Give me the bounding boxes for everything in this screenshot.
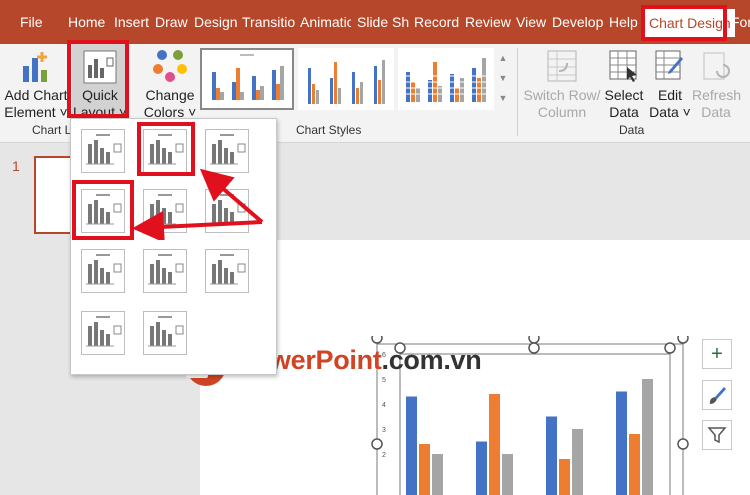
scroll-down-icon[interactable]: ▼	[496, 68, 510, 88]
chart-style-3[interactable]	[398, 48, 494, 110]
bar-2-2[interactable]	[489, 394, 500, 495]
refresh-data-icon	[703, 52, 730, 80]
layout-7[interactable]	[81, 249, 125, 293]
tab-transitions[interactable]: Transitio	[242, 0, 295, 44]
switch-row-column-button[interactable]: Switch Row/ Column	[523, 48, 601, 120]
chart-filters-button[interactable]	[702, 420, 732, 450]
tab-format[interactable]: For	[731, 0, 750, 44]
layout-preview-icon	[148, 254, 184, 285]
arrow-to-layout-2	[199, 168, 264, 224]
chart-style-1-preview	[212, 54, 284, 100]
chart-styles-gallery[interactable]: ▲ ▼ ▼	[200, 48, 512, 116]
refresh-data-button[interactable]: Refresh Data	[692, 48, 741, 120]
palette-icon	[153, 50, 187, 82]
plus-icon: +	[711, 343, 723, 365]
bar-1-3[interactable]	[432, 454, 443, 495]
layout-10[interactable]	[81, 311, 125, 355]
tab-slide-show[interactable]: Slide Sho	[357, 0, 409, 44]
change-colors-button[interactable]: Change Colors ˅	[140, 48, 200, 120]
bar-4-1[interactable]	[616, 391, 627, 495]
bar-3-2[interactable]	[559, 459, 570, 495]
tab-record[interactable]: Record	[414, 0, 459, 44]
tab-home[interactable]: Home	[68, 0, 108, 44]
filter-icon	[707, 427, 727, 444]
group-label-data: Data	[619, 123, 645, 137]
edit-data-button[interactable]: Edit Data ˅	[648, 48, 692, 120]
chart-style-1[interactable]	[200, 48, 294, 110]
bar-3-3[interactable]	[572, 429, 583, 495]
y-tick-label: 3	[382, 427, 386, 434]
layout-8[interactable]	[143, 249, 187, 293]
annotation-arrows	[132, 168, 264, 240]
tab-view[interactable]: View	[516, 0, 546, 44]
slide-number: 1	[12, 158, 20, 174]
tab-design[interactable]: Design	[194, 0, 239, 44]
highlight-quick-layout	[67, 40, 129, 118]
layout-preview-icon	[86, 254, 122, 285]
gallery-scroll[interactable]: ▲ ▼ ▼	[496, 48, 510, 110]
bar-1-2[interactable]	[419, 444, 430, 495]
select-data-icon	[609, 50, 637, 82]
layout-preview-icon	[210, 254, 246, 285]
ribbon-tab-bar: File Home Insert Draw Design Transitio A…	[0, 0, 750, 44]
layout-preview-icon	[148, 316, 184, 347]
tab-developer[interactable]: Develop	[552, 0, 603, 44]
layout-9[interactable]	[205, 249, 249, 293]
add-chart-element-button[interactable]: Add Chart Element ˅	[4, 48, 68, 120]
tab-insert[interactable]: Insert	[114, 0, 156, 44]
group-label-chart-styles: Chart Styles	[296, 123, 362, 137]
y-tick-label: 4	[382, 402, 386, 409]
tab-file[interactable]: File	[20, 0, 50, 44]
highlight-chart-design	[641, 5, 727, 41]
select-data-button[interactable]: Select Data	[601, 48, 647, 120]
tab-animations[interactable]: Animatic	[300, 0, 351, 44]
add-chart-icon	[23, 52, 47, 82]
bar-2-3[interactable]	[502, 454, 513, 495]
layout-preview-icon	[86, 316, 122, 347]
bar-2-1[interactable]	[476, 441, 487, 495]
gallery-more-icon[interactable]: ▼	[496, 88, 510, 108]
bar-3-1[interactable]	[546, 416, 557, 495]
brush-icon	[709, 387, 726, 404]
edit-data-icon	[655, 50, 683, 80]
chart-style-3-preview	[398, 58, 494, 102]
chart-elements-button[interactable]: +	[702, 339, 732, 369]
switch-row-column-icon	[547, 50, 577, 82]
tab-review[interactable]: Review	[465, 0, 511, 44]
ribbon-separator	[517, 48, 518, 136]
bar-4-3[interactable]	[642, 379, 653, 495]
layout-1[interactable]	[81, 129, 125, 173]
bar-1-1[interactable]	[406, 396, 417, 495]
arrow-to-layout-4	[132, 210, 263, 240]
layout-11[interactable]	[143, 311, 187, 355]
bar-4-2[interactable]	[629, 434, 640, 495]
tab-draw[interactable]: Draw	[155, 0, 189, 44]
y-tick-label: 2	[382, 452, 386, 459]
chart-style-2-preview	[308, 60, 385, 104]
chart-style-2[interactable]	[298, 48, 394, 110]
chart-styles-button[interactable]	[702, 380, 732, 410]
y-tick-label: 5	[382, 377, 386, 384]
scroll-up-icon[interactable]: ▲	[496, 48, 510, 68]
layout-preview-icon	[86, 134, 122, 165]
tab-help[interactable]: Help	[609, 0, 639, 44]
